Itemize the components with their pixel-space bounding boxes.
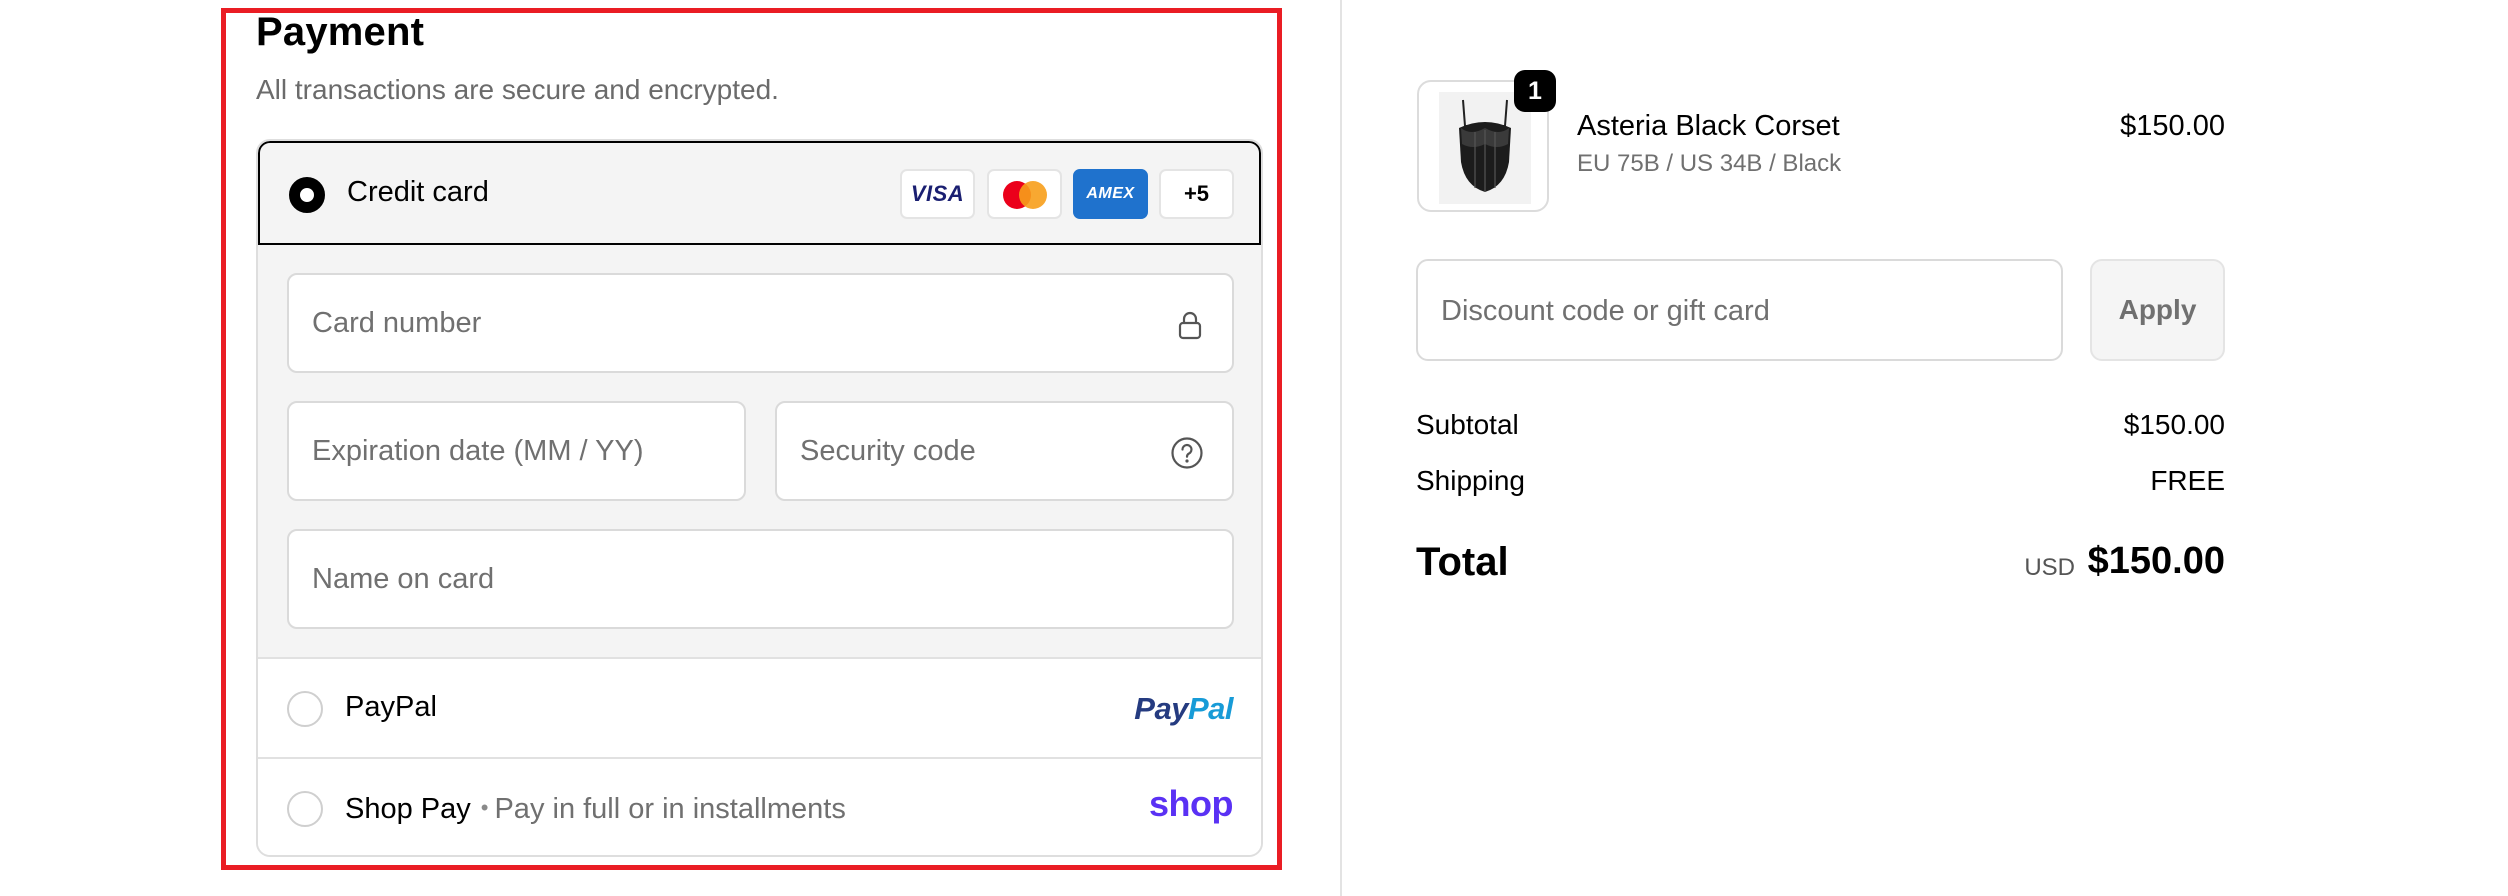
credit-card-option[interactable]: Credit card VISA AMEX +5 [258,141,1261,245]
subtotal-value: $150.00 [2123,409,2225,440]
subtotal-label: Subtotal [1416,409,1519,440]
total-currency: USD [2024,554,2075,581]
security-code-input[interactable]: Security code [775,401,1234,501]
paypal-logo: PayPal [1134,691,1233,726]
name-on-card-placeholder: Name on card [312,563,495,595]
expiration-date-input[interactable]: Expiration date (MM / YY) [287,401,746,501]
shop-pay-option[interactable]: Shop Pay • Pay in full or in installments … [258,761,1261,855]
product-variant: EU 75B / US 34B / Black [1577,150,1842,177]
total-value: $150.00 [2087,540,2225,582]
payment-heading: Payment [256,10,425,54]
paypal-label: PayPal [345,691,437,723]
discount-placeholder: Discount code or gift card [1441,295,1770,327]
apply-discount-button[interactable]: Apply [2090,259,2225,361]
paypal-radio[interactable] [287,691,323,727]
help-icon[interactable] [1170,436,1204,470]
product-name: Asteria Black Corset [1577,110,1840,142]
shop-pay-sublabel: Pay in full or in installments [494,793,846,825]
credit-card-radio[interactable] [289,177,325,213]
total-label: Total [1416,540,1509,584]
expiration-placeholder: Expiration date (MM / YY) [312,435,644,467]
shop-pay-logo: shop [1149,783,1234,824]
product-price: $150.00 [2120,110,2225,142]
checkout-main-column: Payment All transactions are secure and … [0,0,1339,896]
card-number-input[interactable]: Card number [287,273,1234,373]
shipping-value: FREE [2150,465,2225,496]
credit-card-form: Card number Expiration date (MM / YY) Se… [258,245,1261,659]
amex-logo: AMEX [1073,169,1148,219]
more-cards-badge: +5 [1159,169,1234,219]
payment-methods: Credit card VISA AMEX +5 Card number Exp… [256,139,1263,857]
mastercard-logo [987,169,1062,219]
payment-subtitle: All transactions are secure and encrypte… [256,74,779,105]
shop-pay-radio[interactable] [287,791,323,827]
card-number-placeholder: Card number [312,307,482,339]
discount-code-input[interactable]: Discount code or gift card [1416,259,2063,361]
shipping-label: Shipping [1416,465,1525,496]
credit-card-label: Credit card [347,176,489,208]
shop-pay-label: Shop Pay • Pay in full or in installments [345,793,846,825]
quantity-badge: 1 [1514,70,1556,112]
lock-icon [1178,311,1202,340]
security-code-placeholder: Security code [800,435,976,467]
paypal-option[interactable]: PayPal PayPal [258,659,1261,759]
name-on-card-input[interactable]: Name on card [287,529,1234,629]
visa-logo: VISA [900,169,975,219]
